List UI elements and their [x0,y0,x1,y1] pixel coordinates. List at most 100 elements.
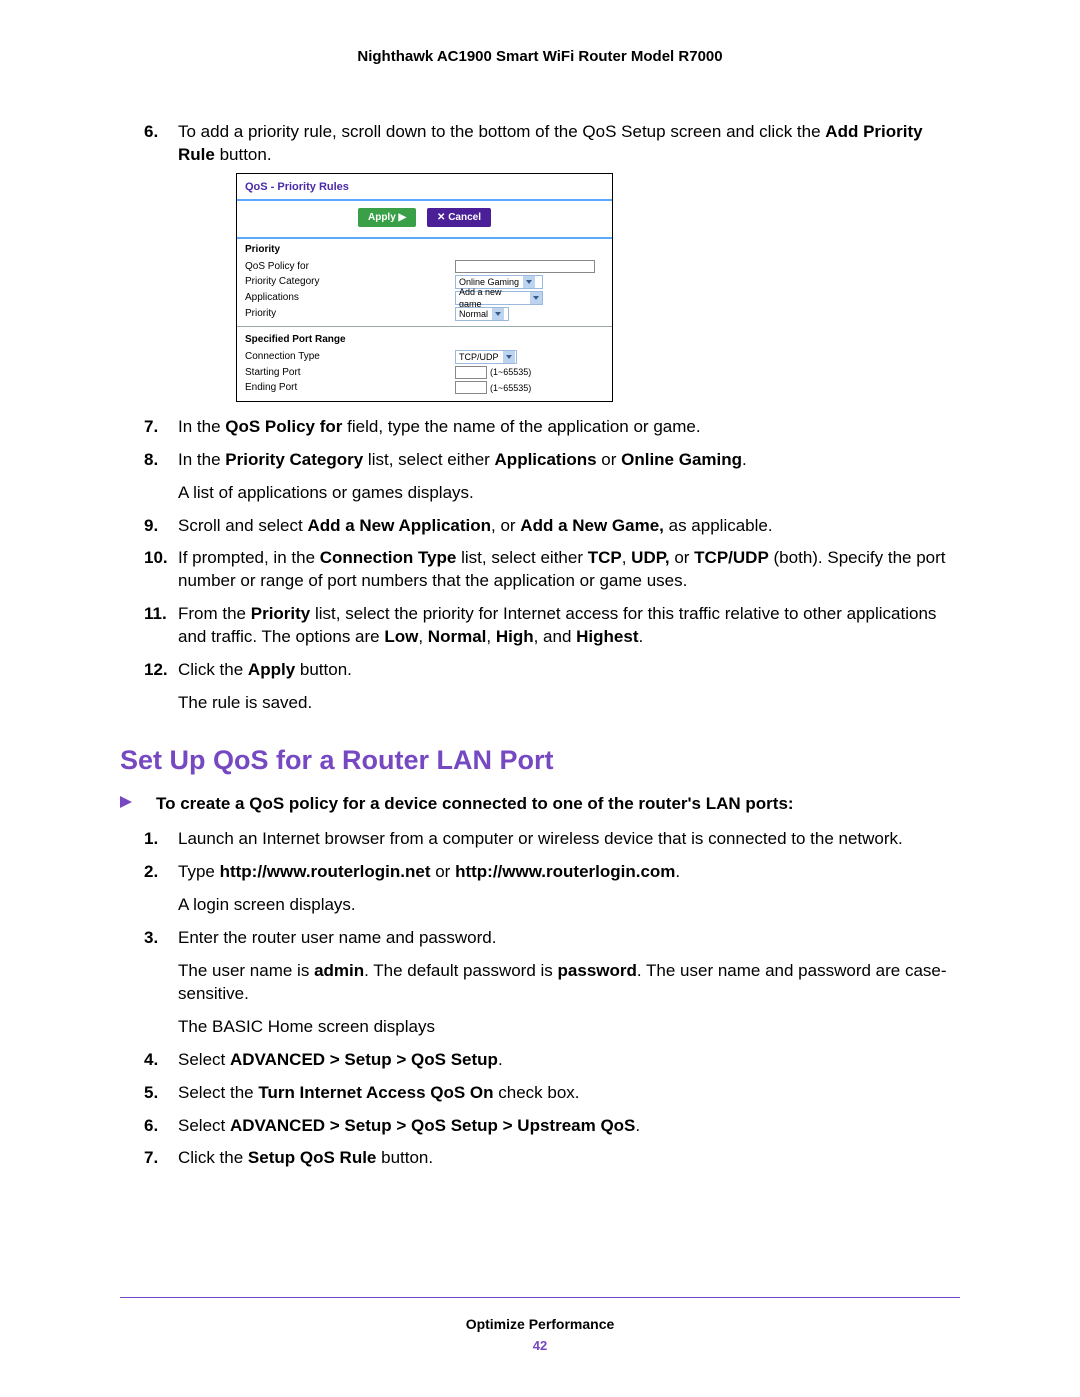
step-bold: TCP [588,548,622,567]
port-hint: (1~65535) [490,366,531,378]
sub-bold: password [558,961,637,980]
step-6: 6. To add a priority rule, scroll down t… [120,121,960,402]
chevron-down-icon [492,308,504,320]
step-bold: QoS Policy for [225,417,342,436]
ending-port-input[interactable] [455,381,487,394]
label-priority: Priority [245,307,455,321]
label-ending-port: Ending Port [245,381,455,395]
step-bold: Highest [576,627,638,646]
step-subtext: The rule is saved. [178,692,960,715]
step-number: 2. [144,861,158,884]
step-text: button. [215,145,272,164]
chevron-down-icon [530,292,542,304]
step-text: or [597,450,622,469]
step-text: Click the [178,1148,248,1167]
starting-port-input[interactable] [455,366,487,379]
cancel-label: Cancel [448,212,481,223]
step-9: 9. Scroll and select Add a New Applicati… [120,515,960,538]
step-number: 6. [144,1115,158,1138]
step-11: 11. From the Priority list, select the p… [120,603,960,649]
lead-text: To create a QoS policy for a device conn… [156,794,794,813]
step-text: , [418,627,427,646]
label-applications: Applications [245,291,455,305]
footer-section-label: Optimize Performance [120,1316,960,1332]
step-text: button. [376,1148,433,1167]
step-text: Select the [178,1083,258,1102]
step-text: In the [178,450,225,469]
step-text: If prompted, in the [178,548,320,567]
connection-type-select[interactable]: TCP/UDP [455,350,517,364]
step-text: list, select either [363,450,494,469]
step-bold: Low [384,627,418,646]
sub-text: . The default password is [364,961,557,980]
sub-bold: admin [314,961,364,980]
apply-button[interactable]: Apply ▶ [358,208,416,228]
step-text: check box. [494,1083,580,1102]
step-bold: ADVANCED > Setup > QoS Setup [230,1050,498,1069]
step-bold: Priority [251,604,311,623]
step-12: 12. Click the Apply button. The rule is … [120,659,960,715]
steps-list-a: 6. To add a priority rule, scroll down t… [120,121,960,715]
step-text: Enter the router user name and password. [178,928,496,947]
step-text: or [670,548,695,567]
arrow-icon [120,796,132,808]
step-number: 10. [144,547,168,570]
cancel-button[interactable]: ✕ Cancel [427,208,491,228]
step-b5: 5. Select the Turn Internet Access QoS O… [120,1082,960,1105]
step-text: To add a priority rule, scroll down to t… [178,122,825,141]
screenshot-title: QoS - Priority Rules [237,174,612,199]
sub-text: The user name is [178,961,314,980]
step-text: , and [534,627,577,646]
step-bold: Connection Type [320,548,457,567]
section-heading: Set Up QoS for a Router LAN Port [120,745,960,776]
step-text: , [622,548,631,567]
step-text: , [486,627,495,646]
step-b2: 2. Type http://www.routerlogin.net or ht… [120,861,960,917]
qos-screenshot: QoS - Priority Rules Apply ▶ ✕ Cancel Pr… [236,173,613,402]
label-qos-policy: QoS Policy for [245,260,455,274]
step-subtext: A login screen displays. [178,894,960,917]
priority-select[interactable]: Normal [455,307,509,321]
steps-list-b: 1. Launch an Internet browser from a com… [120,828,960,1170]
step-bold: ADVANCED > Setup > QoS Setup > Upstream … [230,1116,635,1135]
label-connection-type: Connection Type [245,350,455,364]
label-priority-category: Priority Category [245,275,455,289]
step-bold: Priority Category [225,450,363,469]
footer-rule [120,1297,960,1298]
step-number: 3. [144,927,158,950]
step-b4: 4. Select ADVANCED > Setup > QoS Setup. [120,1049,960,1072]
step-bold: Apply [248,660,295,679]
step-subtext: The BASIC Home screen displays [178,1016,960,1039]
qos-policy-input[interactable] [455,260,595,273]
step-number: 7. [144,416,158,439]
step-bold: Normal [428,627,487,646]
section-portrange-title: Specified Port Range [237,329,612,349]
step-text: Launch an Internet browser from a comput… [178,829,903,848]
port-hint: (1~65535) [490,382,531,394]
step-number: 11. [144,603,167,626]
chevron-down-icon [503,351,515,363]
step-bold: Turn Internet Access QoS On [258,1083,493,1102]
step-text: Select [178,1050,230,1069]
step-text: button. [295,660,352,679]
step-number: 7. [144,1147,158,1170]
step-number: 6. [144,121,158,144]
page-number: 42 [120,1338,960,1353]
step-number: 5. [144,1082,158,1105]
step-number: 4. [144,1049,158,1072]
applications-select[interactable]: Add a new game [455,291,543,305]
step-number: 12. [144,659,168,682]
step-number: 9. [144,515,158,538]
apply-label: Apply [368,212,396,223]
step-b6: 6. Select ADVANCED > Setup > QoS Setup >… [120,1115,960,1138]
step-subtext: The user name is admin. The default pass… [178,960,960,1006]
step-7: 7. In the QoS Policy for field, type the… [120,416,960,439]
step-number: 8. [144,449,158,472]
step-text: In the [178,417,225,436]
close-icon: ✕ [437,212,445,223]
step-bold: http://www.routerlogin.net [220,862,431,881]
step-text: or [431,862,456,881]
step-bold: http://www.routerlogin.com [455,862,675,881]
step-bold: Applications [495,450,597,469]
step-text: field, type the name of the application … [342,417,700,436]
